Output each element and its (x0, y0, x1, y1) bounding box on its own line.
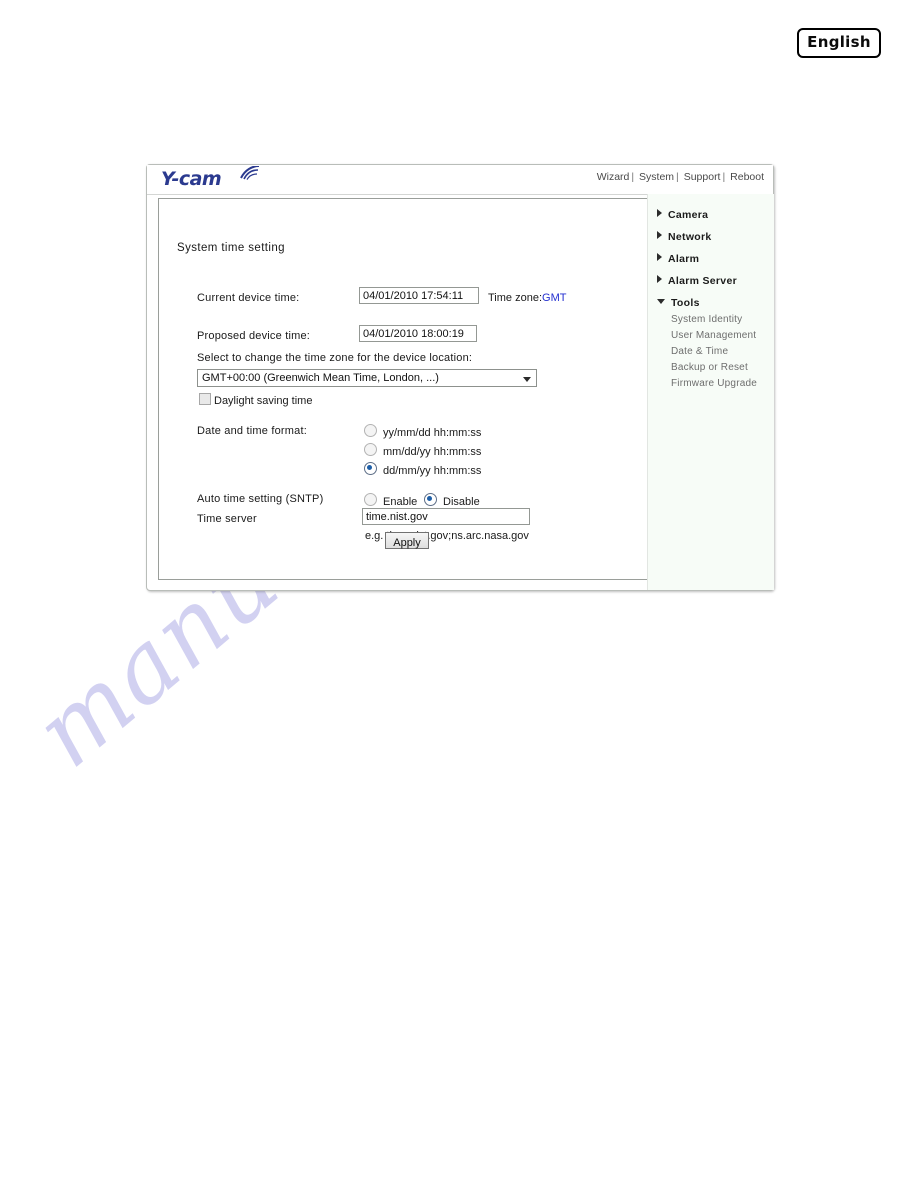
apply-button[interactable]: Apply (385, 532, 429, 549)
radio-sntp-disable[interactable] (424, 493, 437, 506)
sntp-option-label: Disable (443, 496, 480, 508)
wifi-arc-icon (239, 165, 261, 185)
sidebar-item-label: Camera (668, 209, 709, 221)
nav-link-system[interactable]: System (639, 171, 674, 183)
current-device-time-field: 04/01/2010 17:54:11 (359, 287, 479, 304)
time-zone-value: GMT (542, 292, 567, 304)
time-zone-readout: Time zone:GMT (488, 292, 566, 304)
sidebar-item-network[interactable]: Network (657, 227, 712, 243)
language-badge-label: English (807, 33, 871, 51)
sntp-option-disable[interactable]: Disable (424, 492, 480, 508)
format-option-yymmdd[interactable]: yy/mm/dd hh:mm:ss (364, 423, 482, 439)
sntp-option-label: Enable (383, 496, 418, 508)
timezone-select[interactable]: GMT+00:00 (Greenwich Mean Time, London, … (197, 369, 537, 387)
sidebar-item-label: Alarm Server (668, 275, 737, 287)
sidebar-subitem-date-time[interactable]: Date & Time (671, 346, 728, 357)
nav-link-support[interactable]: Support (684, 171, 721, 183)
sidebar-item-alarm-server[interactable]: Alarm Server (657, 271, 737, 287)
timezone-instruction: Select to change the time zone for the d… (197, 352, 473, 364)
current-device-time-label: Current device time: (197, 292, 300, 304)
nav-link-reboot[interactable]: Reboot (730, 171, 764, 183)
triangle-right-icon (657, 253, 662, 261)
sidebar-subitem-firmware-upgrade[interactable]: Firmware Upgrade (671, 378, 757, 389)
sntp-option-enable[interactable]: Enable (364, 492, 418, 508)
page-title: System time setting (177, 242, 285, 254)
format-option-label: yy/mm/dd hh:mm:ss (383, 427, 482, 439)
language-badge[interactable]: English (797, 28, 881, 58)
apply-button-label: Apply (393, 537, 421, 549)
triangle-right-icon (657, 231, 662, 239)
sidebar-item-tools[interactable]: Tools (657, 293, 700, 309)
nav-link-wizard[interactable]: Wizard (597, 171, 630, 183)
sidebar-subitem-user-management[interactable]: User Management (671, 330, 756, 341)
panel-body: System time setting Current device time:… (147, 194, 774, 590)
radio-mmddyy[interactable] (364, 443, 377, 456)
nav-separator: | (631, 171, 635, 183)
radio-yymmdd[interactable] (364, 424, 377, 437)
triangle-right-icon (657, 209, 662, 217)
format-option-ddmmyy[interactable]: dd/mm/yy hh:mm:ss (364, 461, 482, 477)
nav-separator: | (676, 171, 679, 183)
proposed-device-time-label: Proposed device time: (197, 330, 311, 342)
header-nav: Wizard | System | Support | Reboot (597, 171, 764, 183)
panel-header: Y-cam Wizard | System | Support | Reboot (147, 165, 773, 195)
proposed-device-time-input[interactable]: 04/01/2010 18:00:19 (359, 325, 477, 342)
triangle-right-icon (657, 275, 662, 283)
radio-sntp-enable[interactable] (364, 493, 377, 506)
daylight-saving-checkbox-row[interactable]: Daylight saving time (199, 391, 313, 407)
sntp-label: Auto time setting (SNTP) (197, 493, 324, 505)
logo-text: Y-cam (161, 168, 222, 190)
format-option-label: dd/mm/yy hh:mm:ss (383, 465, 482, 477)
date-time-format-label: Date and time format: (197, 425, 307, 437)
format-option-label: mm/dd/yy hh:mm:ss (383, 446, 482, 458)
time-server-input[interactable]: time.nist.gov (362, 508, 530, 525)
format-option-mmddyy[interactable]: mm/dd/yy hh:mm:ss (364, 442, 482, 458)
daylight-saving-checkbox[interactable] (199, 393, 211, 405)
sidebar-item-label: Alarm (668, 253, 700, 265)
sidebar-subitem-system-identity[interactable]: System Identity (671, 314, 742, 325)
radio-ddmmyy[interactable] (364, 462, 377, 475)
sidebar-item-label: Network (668, 231, 712, 243)
time-zone-label: Time zone: (488, 292, 543, 304)
daylight-saving-label: Daylight saving time (214, 395, 313, 407)
sidebar-item-alarm[interactable]: Alarm (657, 249, 700, 265)
camera-web-ui-panel: Y-cam Wizard | System | Support | Reboot Sy… (146, 164, 774, 591)
sidebar-subitem-backup-or-reset[interactable]: Backup or Reset (671, 362, 748, 373)
sidebar-item-camera[interactable]: Camera (657, 205, 709, 221)
timezone-select-value: GMT+00:00 (Greenwich Mean Time, London, … (202, 372, 439, 384)
nav-separator: | (722, 171, 726, 183)
triangle-down-icon (657, 299, 665, 304)
time-server-label: Time server (197, 513, 257, 525)
sidebar-item-label: Tools (671, 297, 700, 309)
settings-content-box: System time setting Current device time:… (158, 198, 648, 580)
ycam-logo: Y-cam (161, 165, 271, 193)
sidebar-navigation: Camera Network Alarm Alarm Server Tools … (647, 194, 774, 590)
chevron-down-icon (523, 377, 531, 382)
